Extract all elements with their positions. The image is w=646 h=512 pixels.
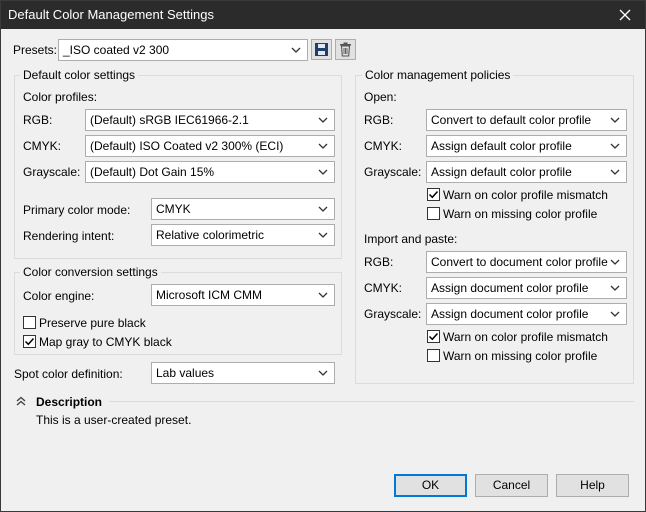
import-rgb-dropdown[interactable]: Convert to document color profile [426, 251, 627, 273]
chevron-down-icon [610, 259, 620, 265]
ok-button[interactable]: OK [394, 474, 467, 497]
color-engine-label: Color engine: [23, 289, 95, 303]
chevron-down-icon [318, 206, 328, 212]
description-collapse-button[interactable] [14, 394, 28, 408]
dialog-window: Default Color Management Settings Preset… [0, 0, 646, 512]
chevron-down-icon [318, 370, 328, 376]
grayscale-profile-label: Grayscale: [23, 165, 81, 179]
rendering-intent-dropdown[interactable]: Relative colorimetric [151, 224, 335, 246]
cancel-button[interactable]: Cancel [475, 474, 548, 497]
rgb-profile-label: RGB: [23, 113, 53, 127]
spot-color-dropdown[interactable]: Lab values [151, 362, 335, 384]
open-grayscale-dropdown[interactable]: Assign default color profile [426, 161, 627, 183]
import-rgb-value: Convert to document color profile [431, 255, 608, 269]
grayscale-profile-dropdown[interactable]: (Default) Dot Gain 15% [85, 161, 335, 183]
window-title: Default Color Management Settings [8, 7, 214, 22]
open-warn-missing-label: Warn on missing color profile [443, 207, 598, 221]
delete-preset-button[interactable] [335, 39, 356, 60]
import-warn-mismatch-label: Warn on color profile mismatch [443, 330, 608, 344]
rgb-profile-dropdown[interactable]: (Default) sRGB IEC61966-2.1 [85, 109, 335, 131]
help-button[interactable]: Help [556, 474, 629, 497]
import-warn-mismatch-checkbox[interactable] [427, 330, 440, 343]
import-grayscale-dropdown[interactable]: Assign document color profile [426, 303, 627, 325]
import-paste-label: Import and paste: [364, 232, 458, 246]
color-engine-value: Microsoft ICM CMM [156, 288, 262, 302]
presets-dropdown[interactable]: _ISO coated v2 300 [58, 39, 308, 61]
open-cmyk-label: CMYK: [364, 139, 403, 153]
save-preset-button[interactable] [311, 39, 332, 60]
open-grayscale-label: Grayscale: [364, 165, 422, 179]
import-grayscale-value: Assign document color profile [431, 307, 589, 321]
default-color-settings-title: Default color settings [20, 68, 139, 82]
chevron-down-icon [318, 117, 328, 123]
open-warn-mismatch-checkbox[interactable] [427, 188, 440, 201]
chevron-down-icon [610, 117, 620, 123]
cmyk-profile-value: (Default) ISO Coated v2 300% (ECI) [90, 139, 284, 153]
chevron-down-icon [318, 169, 328, 175]
rendering-intent-value: Relative colorimetric [156, 228, 265, 242]
checkmark-icon [428, 332, 439, 341]
double-chevron-up-icon [16, 396, 26, 406]
open-grayscale-value: Assign default color profile [431, 165, 572, 179]
import-cmyk-dropdown[interactable]: Assign document color profile [426, 277, 627, 299]
grayscale-profile-value: (Default) Dot Gain 15% [90, 165, 215, 179]
color-engine-dropdown[interactable]: Microsoft ICM CMM [151, 284, 335, 306]
chevron-down-icon [318, 143, 328, 149]
save-icon [315, 43, 328, 56]
checkmark-icon [24, 337, 35, 346]
open-warn-missing-checkbox[interactable] [427, 207, 440, 220]
open-rgb-dropdown[interactable]: Convert to default color profile [426, 109, 627, 131]
rendering-intent-label: Rendering intent: [23, 229, 115, 243]
import-warn-missing-checkbox[interactable] [427, 349, 440, 362]
spot-color-label: Spot color definition: [14, 367, 123, 381]
description-divider [109, 401, 634, 402]
import-warn-missing-label: Warn on missing color profile [443, 349, 598, 363]
chevron-down-icon [610, 311, 620, 317]
chevron-down-icon [291, 47, 301, 53]
primary-color-mode-dropdown[interactable]: CMYK [151, 198, 335, 220]
title-bar: Default Color Management Settings [1, 1, 645, 29]
open-rgb-value: Convert to default color profile [431, 113, 592, 127]
color-policies-title: Color management policies [362, 68, 514, 82]
rgb-profile-value: (Default) sRGB IEC61966-2.1 [90, 113, 249, 127]
close-button[interactable] [605, 1, 645, 29]
chevron-down-icon [318, 292, 328, 298]
primary-color-mode-value: CMYK [156, 202, 191, 216]
import-cmyk-label: CMYK: [364, 281, 403, 295]
preserve-black-label: Preserve pure black [39, 316, 146, 330]
map-gray-label: Map gray to CMYK black [39, 335, 172, 349]
map-gray-checkbox[interactable] [23, 335, 36, 348]
chevron-down-icon [610, 169, 620, 175]
cmyk-profile-dropdown[interactable]: (Default) ISO Coated v2 300% (ECI) [85, 135, 335, 157]
description-text: This is a user-created preset. [36, 413, 192, 427]
primary-color-mode-label: Primary color mode: [23, 203, 131, 217]
open-warn-mismatch-label: Warn on color profile mismatch [443, 188, 608, 202]
checkmark-icon [428, 190, 439, 199]
cmyk-profile-label: CMYK: [23, 139, 62, 153]
preserve-black-checkbox[interactable] [23, 316, 36, 329]
open-label: Open: [364, 90, 397, 104]
close-icon [619, 9, 631, 21]
spot-color-value: Lab values [156, 366, 215, 380]
color-conversion-title: Color conversion settings [20, 265, 161, 279]
import-cmyk-value: Assign document color profile [431, 281, 589, 295]
import-grayscale-label: Grayscale: [364, 307, 422, 321]
open-cmyk-value: Assign default color profile [431, 139, 572, 153]
chevron-down-icon [610, 285, 620, 291]
chevron-down-icon [610, 143, 620, 149]
description-title: Description [36, 395, 103, 409]
presets-value: _ISO coated v2 300 [63, 43, 170, 57]
chevron-down-icon [318, 232, 328, 238]
presets-label: Presets: [13, 43, 58, 57]
import-rgb-label: RGB: [364, 255, 394, 269]
open-cmyk-dropdown[interactable]: Assign default color profile [426, 135, 627, 157]
open-rgb-label: RGB: [364, 113, 394, 127]
trash-icon [340, 42, 351, 57]
color-profiles-label: Color profiles: [23, 90, 98, 104]
